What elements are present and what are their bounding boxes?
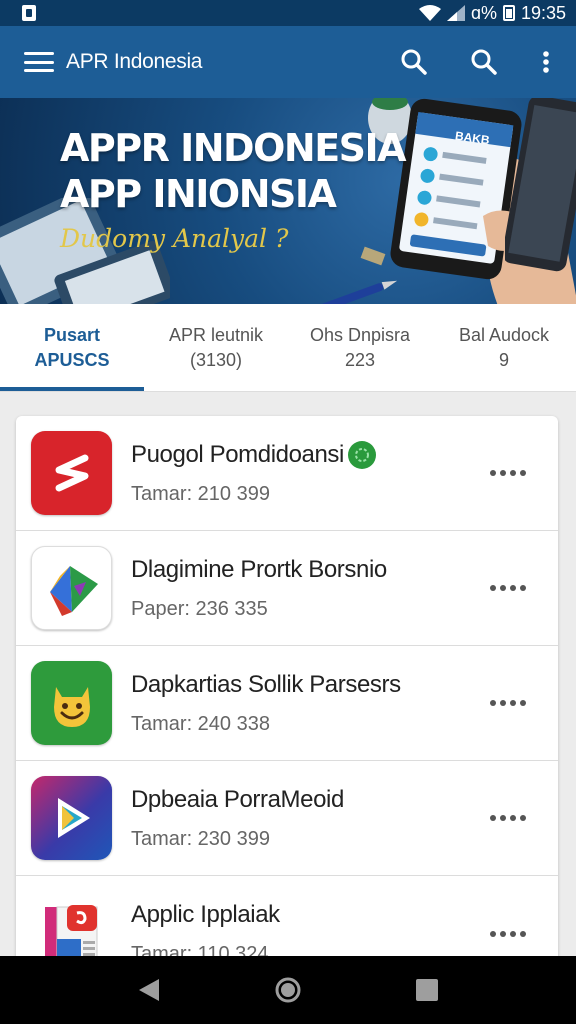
overflow-menu-button[interactable] [534, 42, 558, 82]
tab-apr-leutnik[interactable]: APR leutnik (3130) [144, 304, 288, 391]
category-tabs: Pusart APUSCS APR leutnik (3130) Ohs Dnp… [0, 304, 576, 392]
app-subtitle: Paper: 236 335 [131, 597, 268, 620]
wifi-icon [418, 5, 441, 21]
notification-icon [22, 5, 36, 21]
app-title: Dpbeaia PorraMeoid [131, 785, 344, 813]
triangle-logo-icon [31, 546, 112, 630]
search-icon [471, 49, 497, 75]
tab-bal-audock[interactable]: Bal Audock 9 [432, 304, 576, 391]
tab-pusart[interactable]: Pusart APUSCS [0, 304, 144, 391]
search-button[interactable] [394, 42, 434, 82]
promo-banner[interactable]: BAKB APPR INDONESIA APP INIONSIA Dudomy … [0, 98, 576, 304]
tab-count: 223 [344, 349, 376, 370]
list-item[interactable]: Dpbeaia PorraMeoid Tamar: 230 399 [16, 761, 558, 876]
signal-icon [446, 5, 465, 21]
recents-square-icon [415, 979, 438, 1001]
app-title: Applic Ipplaiak [131, 901, 280, 928]
home-button[interactable] [264, 966, 312, 1014]
recents-button[interactable] [403, 966, 451, 1014]
app-title: Dapkartias Sollik Parsesrs [131, 670, 401, 698]
tab-count: 9 [498, 349, 509, 370]
battery-icon [502, 5, 515, 21]
status-indicators: ɑ% 19:35 [418, 2, 566, 24]
search-icon [401, 49, 427, 75]
pen-illustration [307, 280, 398, 304]
back-button[interactable] [125, 966, 173, 1014]
red-s-logo-icon [31, 431, 112, 515]
sticky-notes-illustration [360, 246, 386, 266]
banner-headline-2: APP INIONSIA [60, 172, 337, 216]
more-options-button[interactable] [482, 692, 534, 714]
system-nav-bar [0, 956, 576, 1024]
tab-sublabel: APUSCS [34, 349, 110, 370]
list-item[interactable]: Puogol Pomdidoansi Tamar: 210 399 [16, 416, 558, 531]
battery-percent: ɑ% [470, 2, 497, 23]
second-phone-illustration [505, 98, 576, 272]
more-options-button[interactable] [482, 462, 534, 484]
app-title: Puogol Pomdidoansi [131, 440, 344, 468]
more-vert-icon [543, 51, 549, 73]
tab-ohs-dnpisra[interactable]: Ohs Dnpisra 223 [288, 304, 432, 391]
list-item[interactable]: Dlagimine Prortk Borsnio Paper: 236 335 [16, 531, 558, 646]
search-button-secondary[interactable] [464, 42, 504, 82]
more-options-button[interactable] [482, 807, 534, 829]
app-title: APR Indonesia [66, 50, 203, 73]
app-subtitle: Tamar: 230 399 [131, 827, 270, 850]
tab-label: APR leutnik [168, 324, 264, 345]
app-list: Puogol Pomdidoansi Tamar: 210 399 Dlagim… [16, 416, 558, 976]
tab-label: Bal Audock [458, 324, 550, 345]
more-options-button[interactable] [482, 577, 534, 599]
menu-icon[interactable] [24, 52, 54, 72]
app-title: Dlagimine Prortk Borsnio [131, 555, 387, 583]
app-subtitle: Tamar: 210 399 [131, 482, 270, 505]
tab-count: (3130) [189, 349, 243, 370]
tab-label: Pusart [43, 324, 101, 345]
clock: 19:35 [520, 2, 566, 23]
status-bar: ɑ% 19:35 [0, 0, 576, 26]
tab-label: Ohs Dnpisra [309, 324, 411, 345]
home-circle-icon [275, 977, 301, 1003]
smiley-logo-icon [31, 661, 112, 745]
more-options-button[interactable] [482, 923, 534, 945]
banner-tagline: Dudomy Analyal ? [60, 224, 289, 253]
list-item[interactable]: Dapkartias Sollik Parsesrs Tamar: 240 33… [16, 646, 558, 761]
app-toolbar: APR Indonesia [0, 26, 576, 98]
play-logo-icon [31, 776, 112, 860]
verified-badge-icon [347, 440, 376, 469]
app-subtitle: Tamar: 240 338 [131, 712, 270, 735]
banner-headline-1: APPR INDONESIA [60, 126, 407, 170]
back-triangle-icon [139, 979, 160, 1001]
